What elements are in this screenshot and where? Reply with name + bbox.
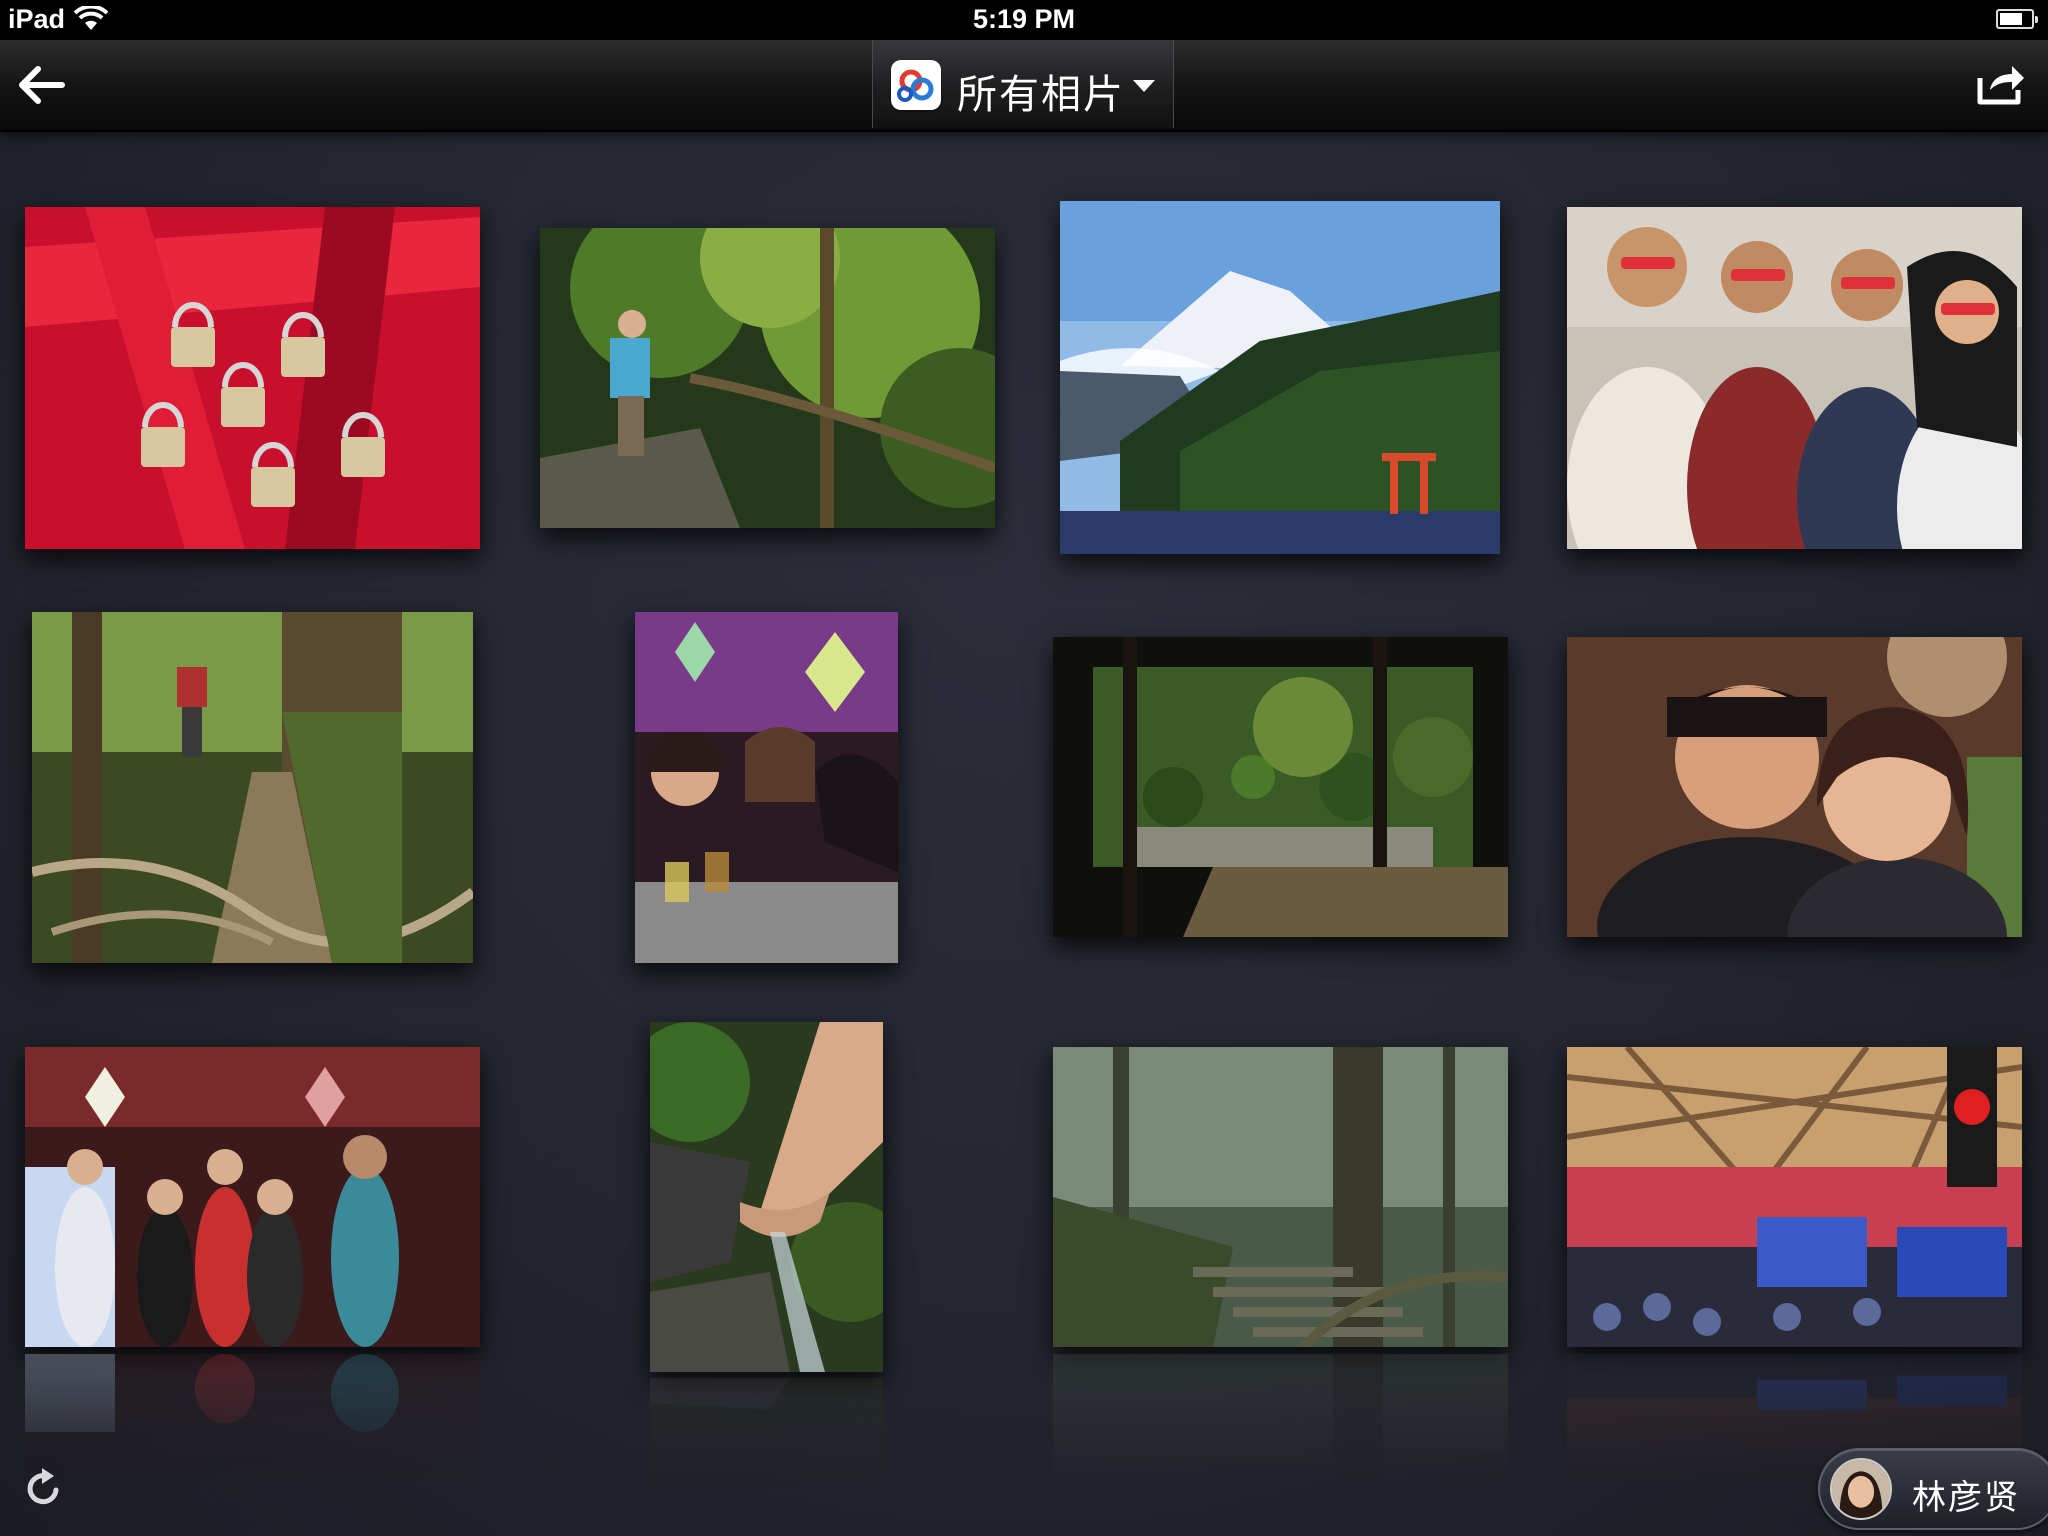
nav-bar: 所有相片 [0,40,2048,132]
baidu-cloud-icon [891,60,941,110]
album-title: 所有相片 [957,72,1125,118]
back-arrow-icon[interactable] [16,60,66,110]
photo-misty-forest-stairs[interactable] [1053,1047,1508,1347]
share-icon[interactable] [1974,58,2028,108]
avatar [1830,1458,1892,1520]
photo-red-ribbon-locks[interactable] [25,207,480,549]
refresh-icon[interactable] [22,1466,66,1510]
photo-forest-trail-roots[interactable] [32,612,473,963]
photo-stadium-subway[interactable] [1567,1047,2022,1347]
status-bar: iPad 5:19 PM [0,0,2048,40]
photo-reflection [1053,1354,1508,1484]
photo-japanese-garden[interactable] [1053,637,1508,937]
chevron-down-icon [1133,80,1155,92]
photo-water-hands[interactable] [650,1022,883,1372]
photo-friends-group[interactable] [1567,207,2022,549]
photo-reflection [650,1378,883,1488]
status-time: 5:19 PM [972,4,1076,34]
photo-dance-party[interactable] [25,1047,480,1347]
battery-icon [1996,9,2038,29]
photo-party-friends[interactable] [635,612,898,963]
photo-reflection [25,1354,480,1484]
user-account-button[interactable]: 林彦贤 [1818,1448,2048,1530]
photo-mount-fuji-lake[interactable] [1060,201,1500,554]
user-name: 林彦贤 [1912,1478,2020,1518]
photo-forest-hiker[interactable] [540,228,995,528]
album-selector[interactable]: 所有相片 [872,40,1174,128]
photo-couple-portrait[interactable] [1567,637,2022,937]
